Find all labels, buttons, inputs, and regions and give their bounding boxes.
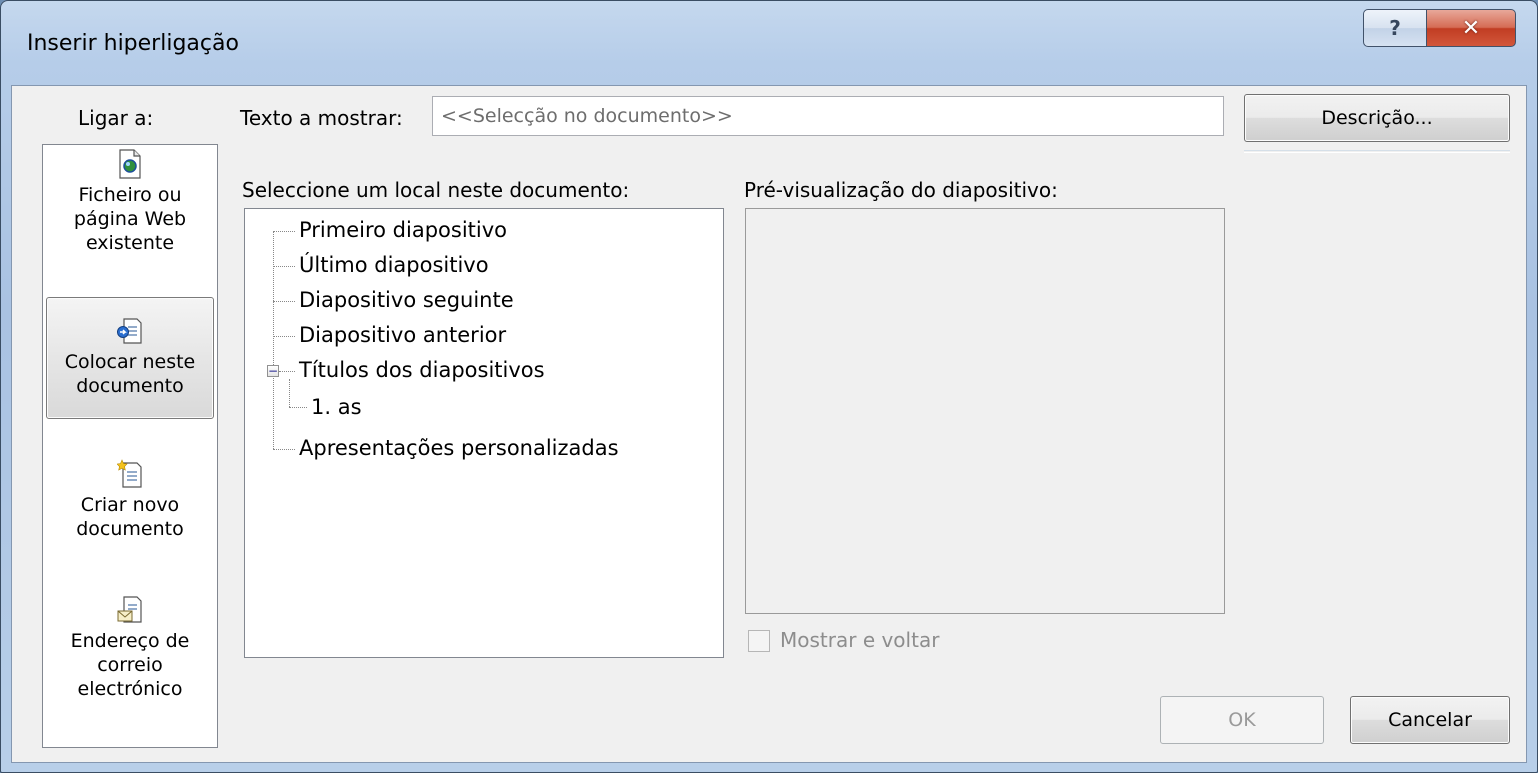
tree-line bbox=[289, 407, 307, 408]
link-to-email-address[interactable]: Endereço de correio electrónico bbox=[45, 595, 215, 743]
slide-preview-pane bbox=[745, 208, 1225, 614]
link-to-place-in-document-label: Colocar neste documento bbox=[64, 351, 196, 397]
link-to-label: Ligar a: bbox=[78, 106, 154, 130]
separator-highlight bbox=[1244, 152, 1510, 153]
tree-line bbox=[273, 231, 295, 232]
window-title: Inserir hiperligação bbox=[27, 31, 239, 56]
link-to-existing-file-label: Ficheiro ou página Web existente bbox=[73, 184, 187, 254]
help-icon: ? bbox=[1389, 16, 1401, 40]
select-place-label: Seleccione um local neste documento: bbox=[242, 178, 630, 202]
dialog-body: Ligar a: Ficheiro ou página Web existent… bbox=[11, 85, 1527, 763]
tree-line bbox=[273, 301, 295, 302]
web-page-icon bbox=[117, 149, 143, 179]
link-to-place-in-document[interactable]: Colocar neste documento bbox=[46, 297, 214, 419]
tree-line bbox=[289, 379, 290, 407]
description-button[interactable]: Descrição... bbox=[1244, 94, 1510, 142]
link-to-new-document[interactable]: Criar novo documento bbox=[45, 445, 215, 593]
tree-line bbox=[273, 266, 295, 267]
place-in-document-icon bbox=[117, 316, 143, 346]
help-button[interactable]: ? bbox=[1363, 9, 1427, 47]
tree-item-next-slide[interactable]: Diapositivo seguinte bbox=[299, 287, 514, 313]
tree-line bbox=[273, 449, 295, 450]
text-to-display-input[interactable]: <<Selecção no documento>> bbox=[432, 96, 1224, 136]
show-and-return-label: Mostrar e voltar bbox=[780, 628, 940, 652]
collapse-icon[interactable]: − bbox=[267, 365, 279, 377]
close-icon: ✕ bbox=[1461, 15, 1481, 41]
cancel-button[interactable]: Cancelar bbox=[1350, 696, 1510, 744]
tree-item-last-slide[interactable]: Último diapositivo bbox=[299, 252, 489, 278]
close-button[interactable]: ✕ bbox=[1426, 9, 1516, 47]
link-to-existing-file[interactable]: Ficheiro ou página Web existente bbox=[45, 149, 215, 297]
tree-item-first-slide[interactable]: Primeiro diapositivo bbox=[299, 217, 507, 243]
separator bbox=[1244, 150, 1510, 151]
show-and-return-checkbox[interactable] bbox=[748, 630, 770, 652]
document-places-tree[interactable]: − Primeiro diapositivo Último diapositiv… bbox=[244, 208, 724, 658]
title-bar[interactable]: Inserir hiperligação ? ✕ bbox=[1, 1, 1537, 85]
link-to-new-document-label: Criar novo documento bbox=[76, 494, 184, 540]
tree-item-slide-titles[interactable]: Títulos dos diapositivos bbox=[299, 357, 545, 383]
tree-item-slide-1[interactable]: 1. as bbox=[311, 394, 362, 420]
tree-item-custom-shows[interactable]: Apresentações personalizadas bbox=[299, 435, 619, 461]
link-to-email-address-label: Endereço de correio electrónico bbox=[70, 630, 190, 700]
email-address-icon bbox=[117, 595, 143, 625]
new-document-icon bbox=[116, 459, 143, 489]
text-to-display-label: Texto a mostrar: bbox=[240, 106, 403, 130]
tree-line bbox=[273, 231, 274, 449]
tree-line bbox=[273, 336, 295, 337]
ok-button[interactable]: OK bbox=[1160, 696, 1324, 744]
slide-preview-label: Pré-visualização do diapositivo: bbox=[744, 178, 1058, 202]
link-to-bar: Ficheiro ou página Web existente Colocar… bbox=[42, 144, 218, 748]
tree-item-previous-slide[interactable]: Diapositivo anterior bbox=[299, 322, 506, 348]
tree-line bbox=[279, 371, 295, 372]
dialog-window: Inserir hiperligação ? ✕ Ligar a: Fichei bbox=[0, 0, 1538, 773]
